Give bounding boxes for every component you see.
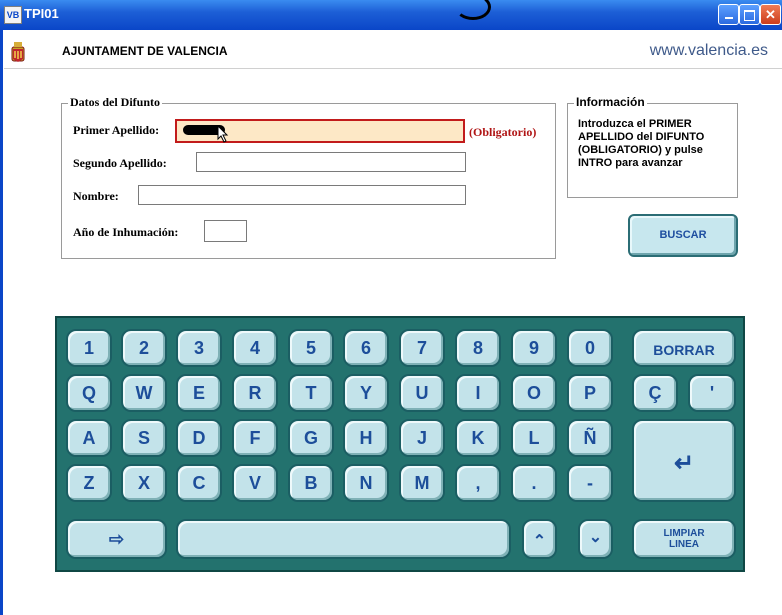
key-f[interactable]: F	[232, 419, 278, 457]
tab-key[interactable]: ⇨	[66, 519, 167, 559]
enter-key[interactable]: ↵	[632, 419, 736, 502]
key-z[interactable]: Z	[66, 464, 112, 502]
window-border	[0, 30, 3, 615]
app-icon: VB	[4, 6, 22, 24]
key-i[interactable]: I	[455, 374, 501, 412]
second-surname-input[interactable]	[196, 152, 466, 172]
crest-icon	[11, 42, 25, 62]
key-y[interactable]: Y	[343, 374, 389, 412]
information-group: Información Introduzca el PRIMER APELLID…	[567, 95, 738, 198]
key-5[interactable]: 5	[288, 329, 334, 367]
burial-year-input[interactable]	[204, 220, 247, 242]
key-e[interactable]: E	[176, 374, 222, 412]
key-h[interactable]: H	[343, 419, 389, 457]
header-divider	[4, 68, 782, 69]
name-label: Nombre:	[73, 189, 119, 203]
name-input[interactable]	[138, 185, 466, 205]
key-c-cedilla[interactable]: Ç	[632, 374, 678, 412]
search-button-label: BUSCAR	[659, 229, 707, 241]
maximize-icon	[744, 10, 755, 21]
key-3[interactable]: 3	[176, 329, 222, 367]
deceased-data-legend: Datos del Difunto	[68, 95, 163, 110]
information-text: Introduzca el PRIMER APELLIDO del DIFUNT…	[578, 118, 705, 169]
backspace-key[interactable]: BORRAR	[632, 329, 736, 367]
key-9[interactable]: 9	[511, 329, 557, 367]
space-key[interactable]	[176, 519, 511, 559]
minimize-icon	[724, 17, 733, 19]
first-surname-label: Primer Apellido:	[73, 123, 160, 137]
key-v[interactable]: V	[232, 464, 278, 502]
key-7[interactable]: 7	[399, 329, 445, 367]
key-n-tilde[interactable]: Ñ	[567, 419, 613, 457]
scroll-up-key[interactable]: ⌃	[522, 519, 557, 559]
key-k[interactable]: K	[455, 419, 501, 457]
key-s[interactable]: S	[121, 419, 167, 457]
window-title-bar[interactable]: VB TPI01 ✕	[0, 0, 782, 30]
information-legend: Información	[574, 95, 647, 109]
key-j[interactable]: J	[399, 419, 445, 457]
first-surname-input[interactable]	[175, 119, 465, 143]
key-8[interactable]: 8	[455, 329, 501, 367]
key-4[interactable]: 4	[232, 329, 278, 367]
organization-title: AJUNTAMENT DE VALENCIA	[62, 44, 228, 58]
chevron-up-icon: ⌃	[532, 533, 547, 550]
chevron-down-icon: ⌄	[588, 529, 603, 546]
scroll-down-key[interactable]: ⌄	[578, 519, 613, 559]
enter-icon: ↵	[673, 450, 695, 477]
virtual-keyboard: 1 2 3 4 5 6 7 8 9 0 BORRAR Q W E R T Y U…	[55, 316, 745, 572]
key-comma[interactable]: ,	[455, 464, 501, 502]
key-hyphen[interactable]: -	[567, 464, 613, 502]
key-m[interactable]: M	[399, 464, 445, 502]
key-b[interactable]: B	[288, 464, 334, 502]
close-icon: ✕	[765, 7, 776, 22]
key-w[interactable]: W	[121, 374, 167, 412]
key-c[interactable]: C	[176, 464, 222, 502]
website-url: www.valencia.es	[649, 42, 768, 59]
maximize-button[interactable]	[739, 4, 760, 25]
window-title: TPI01	[24, 6, 59, 21]
key-2[interactable]: 2	[121, 329, 167, 367]
tab-icon: ⇨	[108, 529, 125, 549]
second-surname-label: Segundo Apellido:	[73, 156, 167, 170]
key-l[interactable]: L	[511, 419, 557, 457]
burial-year-label: Año de Inhumación:	[73, 225, 179, 239]
close-button[interactable]: ✕	[760, 4, 781, 25]
key-1[interactable]: 1	[66, 329, 112, 367]
key-a[interactable]: A	[66, 419, 112, 457]
key-6[interactable]: 6	[343, 329, 389, 367]
mouse-cursor-icon	[217, 125, 229, 143]
clear-line-key[interactable]: LIMPIAR LINEA	[632, 519, 736, 559]
key-period[interactable]: .	[511, 464, 557, 502]
required-note: (Obligatorio)	[469, 125, 537, 139]
key-apostrophe[interactable]: '	[688, 374, 736, 412]
key-u[interactable]: U	[399, 374, 445, 412]
key-q[interactable]: Q	[66, 374, 112, 412]
key-d[interactable]: D	[176, 419, 222, 457]
minimize-button[interactable]	[718, 4, 739, 25]
key-o[interactable]: O	[511, 374, 557, 412]
key-g[interactable]: G	[288, 419, 334, 457]
key-x[interactable]: X	[121, 464, 167, 502]
search-button[interactable]: BUSCAR	[628, 214, 738, 257]
key-t[interactable]: T	[288, 374, 334, 412]
key-p[interactable]: P	[567, 374, 613, 412]
key-r[interactable]: R	[232, 374, 278, 412]
key-n[interactable]: N	[343, 464, 389, 502]
key-0[interactable]: 0	[567, 329, 613, 367]
